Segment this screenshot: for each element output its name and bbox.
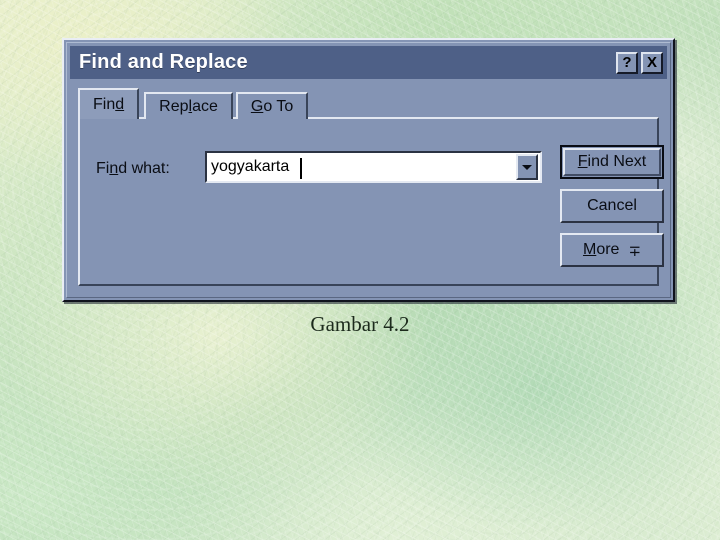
- chevron-down-icon: [522, 164, 532, 170]
- tab-replace[interactable]: Replace: [144, 92, 233, 119]
- text-caret: [300, 158, 302, 179]
- find-next-button-label: Find Next: [577, 153, 647, 170]
- close-icon: X: [646, 54, 657, 71]
- find-what-input[interactable]: [207, 153, 516, 181]
- find-what-dropdown-button[interactable]: [516, 154, 538, 180]
- tab-find-label: Find: [93, 95, 125, 113]
- tab-go-to[interactable]: Go To: [235, 92, 309, 119]
- dialog-inner-frame: Find and Replace ? X Find Replace Go To: [66, 42, 671, 298]
- close-button[interactable]: X: [641, 51, 663, 74]
- find-what-label: Find what:: [96, 160, 170, 177]
- find-what-combobox[interactable]: [205, 151, 542, 183]
- double-chevron-down-icon: ∓: [628, 242, 642, 260]
- dialog-title: Find and Replace: [79, 51, 248, 73]
- help-button[interactable]: ?: [616, 51, 638, 74]
- find-next-button[interactable]: Find Next: [560, 145, 664, 179]
- presentation-slide: Find and Replace ? X Find Replace Go To: [0, 0, 720, 540]
- tab-find[interactable]: Find: [78, 88, 140, 119]
- tab-strip: Find Replace Go To: [78, 88, 311, 119]
- tab-replace-label: Replace: [159, 97, 218, 115]
- tab-go-to-label: Go To: [250, 97, 294, 115]
- dialog-titlebar: Find and Replace ? X: [70, 46, 667, 79]
- more-button-label: More: [582, 241, 620, 258]
- question-mark-icon: ?: [622, 54, 632, 71]
- find-and-replace-dialog: Find and Replace ? X Find Replace Go To: [62, 38, 675, 302]
- figure-caption: Gambar 4.2: [310, 312, 410, 336]
- more-button[interactable]: More ∓: [560, 233, 664, 267]
- find-tab-panel: Find what: Find Next Cancel: [78, 117, 664, 286]
- cancel-button-label: Cancel: [587, 197, 637, 214]
- find-next-button-face: Find Next: [563, 148, 661, 176]
- cancel-button[interactable]: Cancel: [560, 189, 664, 223]
